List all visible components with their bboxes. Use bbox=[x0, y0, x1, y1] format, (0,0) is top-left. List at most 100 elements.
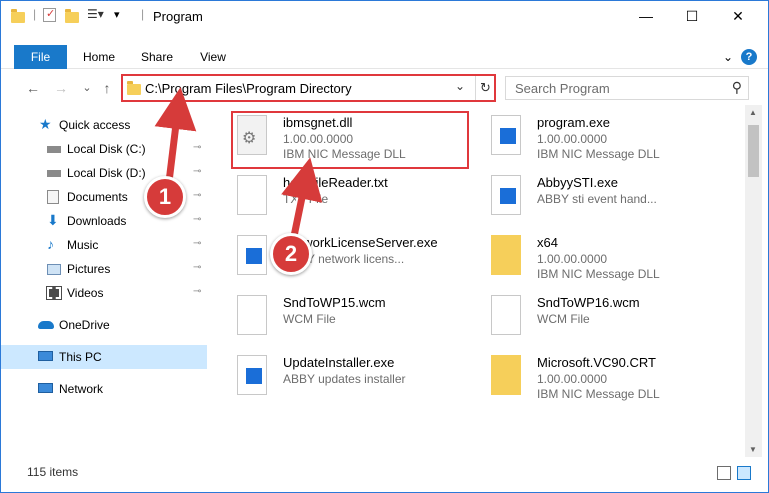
new-folder-icon[interactable] bbox=[65, 9, 79, 23]
documents-icon bbox=[47, 190, 59, 204]
file-description: ABBY updates installer bbox=[283, 372, 406, 386]
search-input[interactable]: Search Program ⚲ bbox=[505, 76, 749, 100]
forward-button[interactable]: → bbox=[51, 79, 71, 97]
sidebar-item-label: Local Disk (D:) bbox=[67, 166, 146, 180]
folder-icon bbox=[491, 235, 521, 275]
file-item-sndtowp16[interactable]: SndToWP16.wcm WCM File bbox=[485, 291, 721, 347]
sidebar-item-label: OneDrive bbox=[59, 318, 110, 332]
navigation-pane: ★ Quick access Local Disk (C:) ⊸ Local D… bbox=[1, 109, 211, 459]
sidebar-item-pictures[interactable]: Pictures ⊸ bbox=[1, 257, 207, 281]
sidebar-item-videos[interactable]: Videos ⊸ bbox=[1, 281, 207, 305]
drive-icon bbox=[47, 170, 61, 177]
close-button[interactable]: ✕ bbox=[715, 1, 761, 31]
file-item-networklicenseserver[interactable]: NetworkLicenseServer.exe ABBY network li… bbox=[231, 231, 467, 287]
maximize-button[interactable]: ☐ bbox=[669, 1, 715, 31]
sidebar-item-label: This PC bbox=[59, 350, 102, 364]
search-placeholder: Search Program bbox=[515, 81, 610, 96]
tab-share[interactable]: Share bbox=[135, 45, 179, 69]
callout-step-1: 1 bbox=[144, 176, 186, 218]
vertical-scrollbar[interactable]: ▲ ▼ bbox=[745, 105, 762, 457]
pin-icon[interactable]: ⊸ bbox=[193, 166, 201, 177]
large-icons-view-icon[interactable] bbox=[737, 466, 751, 480]
file-item-x64[interactable]: x64 1.00.00.0000 IBM NIC Message DLL bbox=[485, 231, 721, 287]
search-icon[interactable]: ⚲ bbox=[732, 79, 742, 96]
document-icon bbox=[491, 295, 521, 335]
file-description: IBM NIC Message DLL bbox=[537, 387, 660, 401]
file-item-microsoft-vc90-crt[interactable]: Microsoft.VC90.CRT 1.00.00.0000 IBM NIC … bbox=[485, 351, 721, 407]
sidebar-item-label: Quick access bbox=[59, 118, 131, 132]
address-bar[interactable]: C:\Program Files\Program Directory ⌄ ↻ bbox=[121, 74, 496, 102]
scroll-down-icon[interactable]: ▼ bbox=[749, 445, 757, 454]
onedrive-icon bbox=[38, 321, 54, 329]
tab-file[interactable]: File bbox=[14, 45, 67, 69]
sidebar-item-onedrive[interactable]: OneDrive bbox=[1, 313, 207, 337]
sidebar-item-local-disk-c[interactable]: Local Disk (C:) ⊸ bbox=[1, 137, 207, 161]
file-type: WCM File bbox=[537, 312, 590, 326]
file-item-abbyysti[interactable]: AbbyySTI.exe ABBY sti event hand... bbox=[485, 171, 721, 227]
recent-locations-button[interactable]: ⌄ bbox=[77, 79, 97, 97]
file-item-sndtowp15[interactable]: SndToWP15.wcm WCM File bbox=[231, 291, 467, 347]
sidebar-item-music[interactable]: ♪ Music ⊸ bbox=[1, 233, 207, 257]
file-description: IBM NIC Message DLL bbox=[537, 147, 660, 161]
expand-ribbon-icon[interactable]: ⌄ bbox=[719, 45, 737, 69]
explorer-window: | ✓ ☰▾ ▾ | Program — ☐ ✕ File Home Share… bbox=[0, 0, 769, 493]
title-bar: | ✓ ☰▾ ▾ | Program — ☐ ✕ bbox=[1, 1, 768, 31]
file-item-program-exe[interactable]: program.exe 1.00.00.0000 IBM NIC Message… bbox=[485, 111, 721, 167]
file-name: SndToWP16.wcm bbox=[537, 295, 640, 310]
application-icon bbox=[237, 355, 267, 395]
pin-icon[interactable]: ⊸ bbox=[193, 142, 201, 153]
file-item-updateinstaller[interactable]: UpdateInstaller.exe ABBY updates install… bbox=[231, 351, 467, 407]
sidebar-item-this-pc[interactable]: This PC bbox=[1, 345, 207, 369]
star-icon: ★ bbox=[39, 116, 52, 132]
up-button[interactable]: ↑ bbox=[97, 79, 117, 97]
pin-icon[interactable]: ⊸ bbox=[193, 214, 201, 225]
sidebar-item-label: Downloads bbox=[67, 214, 127, 228]
address-field[interactable]: C:\Program Files\Program Directory ⌄ bbox=[123, 76, 473, 100]
tab-home[interactable]: Home bbox=[77, 45, 121, 69]
selection-highlight bbox=[231, 111, 469, 169]
file-name: x64 bbox=[537, 235, 558, 250]
pin-icon[interactable]: ⊸ bbox=[193, 190, 201, 201]
sidebar-item-label: Documents bbox=[67, 190, 128, 204]
pc-icon bbox=[38, 351, 53, 361]
file-name: Microsoft.VC90.CRT bbox=[537, 355, 656, 370]
scroll-thumb[interactable] bbox=[748, 125, 759, 177]
properties-icon[interactable]: ✓ bbox=[43, 8, 56, 22]
minimize-button[interactable]: — bbox=[623, 1, 669, 31]
separator: | bbox=[141, 7, 145, 21]
file-name: program.exe bbox=[537, 115, 610, 130]
sidebar-item-quick-access[interactable]: ★ Quick access bbox=[1, 113, 207, 137]
scroll-up-icon[interactable]: ▲ bbox=[749, 108, 757, 117]
file-item-helpfilereader[interactable]: helpFileReader.txt TXT File bbox=[231, 171, 467, 227]
application-icon bbox=[237, 235, 267, 275]
back-button[interactable]: ← bbox=[23, 79, 43, 97]
customize-qa-icon[interactable]: ☰▾ bbox=[87, 7, 104, 23]
pin-icon[interactable]: ⊸ bbox=[193, 286, 201, 297]
qa-dropdown-icon[interactable]: ▾ bbox=[114, 8, 120, 24]
file-name: helpFileReader.txt bbox=[283, 175, 388, 190]
file-name: SndToWP15.wcm bbox=[283, 295, 386, 310]
callout-step-2: 2 bbox=[270, 233, 312, 275]
application-icon bbox=[491, 115, 521, 155]
ribbon-tabs: File Home Share View ⌄ ? bbox=[1, 45, 768, 69]
help-icon[interactable]: ? bbox=[741, 49, 757, 65]
folder-icon bbox=[491, 355, 521, 395]
details-view-icon[interactable] bbox=[717, 466, 731, 480]
document-icon bbox=[237, 175, 267, 215]
address-dropdown-icon[interactable]: ⌄ bbox=[455, 79, 465, 93]
pin-icon[interactable]: ⊸ bbox=[193, 238, 201, 249]
pin-icon[interactable]: ⊸ bbox=[193, 262, 201, 273]
sidebar-item-label: Videos bbox=[67, 286, 104, 300]
pictures-icon bbox=[47, 264, 61, 275]
file-version: 1.00.00.0000 bbox=[537, 252, 608, 266]
tab-view[interactable]: View bbox=[191, 45, 235, 69]
folder-icon bbox=[127, 81, 141, 95]
sidebar-item-label: Pictures bbox=[67, 262, 111, 276]
application-icon bbox=[491, 175, 521, 215]
sidebar-item-network[interactable]: Network bbox=[1, 377, 207, 401]
music-icon: ♪ bbox=[47, 236, 54, 252]
sidebar-item-label: Network bbox=[59, 382, 104, 396]
document-icon bbox=[237, 295, 267, 335]
refresh-button[interactable]: ↻ bbox=[475, 76, 495, 100]
file-type: TXT File bbox=[283, 192, 329, 206]
